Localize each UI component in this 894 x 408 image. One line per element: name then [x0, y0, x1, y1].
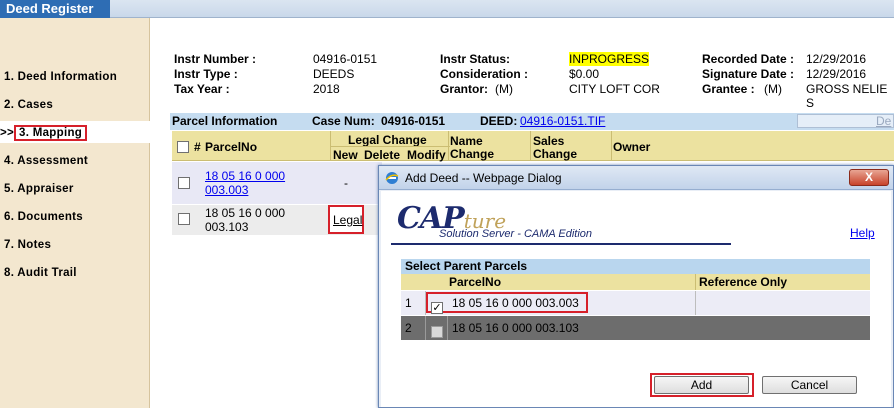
grantee-m: (M)	[764, 82, 782, 96]
parcelno-header: ParcelNo	[205, 140, 258, 154]
consideration-label: Consideration :	[440, 67, 529, 81]
legal-link[interactable]: Legal	[333, 213, 362, 227]
table-row: 1 ✓ 18 05 16 0 000 003.003	[401, 291, 870, 315]
owner-header: Owner	[613, 140, 651, 154]
parcel-number: 18 05 16 0 000 003.003	[452, 296, 579, 310]
signature-date-label: Signature Date :	[702, 67, 795, 81]
nav-item-notes[interactable]: 7. Notes	[0, 235, 150, 257]
nav-item-appraiser[interactable]: 5. Appraiser	[0, 179, 150, 201]
sales-change-header-line1: Sales	[533, 134, 565, 148]
grantee-label: Grantee :	[702, 82, 755, 96]
nav-item-cases[interactable]: 2. Cases	[0, 95, 150, 117]
consideration-value: $0.00	[569, 67, 600, 81]
add-button[interactable]: Add	[654, 376, 749, 394]
table-row: 18 05 16 0 000 003.003 -	[172, 162, 382, 204]
nav-item-deed-information[interactable]: 1. Deed Information	[0, 67, 150, 89]
nav-item-audit-trail[interactable]: 8. Audit Trail	[0, 263, 150, 285]
instr-status-value: INPROGRESS	[569, 52, 650, 66]
name-change-header-line1: Name	[450, 134, 483, 148]
recorded-date-value: 12/29/2016	[806, 52, 867, 66]
grantee-value: GROSS NELIE S	[806, 82, 888, 110]
new-header: New	[333, 148, 358, 162]
close-button[interactable]: X	[849, 169, 889, 186]
add-deed-dialog: Add Deed -- Webpage Dialog X CAPture Sol…	[378, 165, 894, 408]
dialog-grid-header: ParcelNo Reference Only	[401, 274, 870, 290]
table-row: 18 05 16 0 000 003.103 Legal	[172, 205, 382, 235]
logo-underline	[391, 243, 731, 245]
dialog-title-bar: Add Deed -- Webpage Dialog X	[379, 166, 893, 190]
table-row: 2 18 05 16 0 000 003.103	[401, 316, 870, 340]
row-number: 1	[405, 296, 412, 310]
delete-header: Delete	[364, 148, 401, 162]
instr-number-label: Instr Number :	[174, 52, 257, 66]
case-num-value: 04916-0151	[381, 114, 446, 128]
signature-date-value: 12/29/2016	[806, 67, 867, 81]
parcel-info-bar: Parcel Information Case Num: 04916-0151 …	[170, 113, 894, 130]
left-nav: 1. Deed Information 2. Cases >> 3. Mappin…	[0, 18, 150, 408]
grantor-value: CITY LOFT COR	[569, 82, 660, 96]
tax-year-label: Tax Year :	[174, 82, 230, 96]
nav-item-assessment[interactable]: 4. Assessment	[0, 151, 150, 173]
deed-register-tab[interactable]: Deed Register	[0, 0, 110, 18]
grantor-label: Grantor:	[440, 82, 488, 96]
top-tab-bar: Deed Register	[0, 0, 894, 18]
instr-type-value: DEEDS	[313, 67, 355, 81]
help-link[interactable]: Help	[850, 226, 875, 240]
instr-type-label: Instr Type :	[174, 67, 238, 81]
new-cell: -	[344, 176, 348, 190]
reference-only-header: Reference Only	[699, 275, 788, 289]
deed-file-link[interactable]: 04916-0151.TIF	[520, 114, 605, 128]
dialog-parcelno-header: ParcelNo	[449, 275, 502, 289]
recorded-date-label: Recorded Date :	[702, 52, 795, 66]
modify-header: Modify	[407, 148, 446, 162]
row-checkbox[interactable]	[178, 177, 190, 189]
parcel-number: 18 05 16 0 000 003.103	[452, 321, 579, 335]
logo-subtitle: Solution Server - CAMA Edition	[439, 228, 593, 240]
parcel-checkbox[interactable]	[431, 326, 443, 338]
nav-item-documents[interactable]: 6. Documents	[0, 207, 150, 229]
parcel-link-line2[interactable]: 003.003	[205, 183, 248, 197]
parcel-link-line1[interactable]: 18 05 16 0 000	[205, 169, 285, 183]
deed-label: DEED:	[480, 114, 518, 128]
cancel-button[interactable]: Cancel	[762, 376, 857, 394]
sales-change-header-line2: Change	[533, 147, 578, 161]
parcel-info-label: Parcel Information	[172, 114, 278, 128]
close-icon: X	[864, 170, 873, 184]
dialog-body: CAPture Solution Server - CAMA Edition H…	[381, 191, 891, 407]
instr-number-value: 04916-0151	[313, 52, 378, 66]
nav-item-mapping[interactable]: >> 3. Mapping	[0, 121, 150, 143]
parcel-line1: 18 05 16 0 000	[205, 206, 286, 220]
ie-icon	[385, 172, 399, 184]
dialog-title: Add Deed -- Webpage Dialog	[405, 171, 562, 185]
parcel-line2: 003.103	[205, 220, 249, 234]
row-checkbox[interactable]	[178, 213, 190, 225]
mapping-grid-header: # ParcelNo Legal Change New Delete Modif…	[172, 131, 894, 162]
legal-change-header: Legal Change	[348, 133, 427, 147]
parcel-bar-cut-link[interactable]: De	[876, 114, 891, 128]
hash-header: #	[194, 140, 201, 154]
tax-year-value: 2018	[313, 82, 340, 96]
grantor-m: (M)	[495, 82, 513, 96]
case-num-label: Case Num:	[312, 114, 375, 128]
active-marker: >>	[0, 127, 15, 139]
parcel-checkbox-checked[interactable]: ✓	[431, 302, 443, 314]
select-parent-parcels-header: Select Parent Parcels	[401, 259, 870, 274]
select-all-checkbox[interactable]	[177, 141, 189, 153]
instr-status-label: Instr Status:	[440, 52, 511, 66]
row-number: 2	[405, 321, 412, 335]
name-change-header-line2: Change	[450, 147, 495, 161]
nav-item-mapping-label: 3. Mapping	[14, 125, 88, 141]
